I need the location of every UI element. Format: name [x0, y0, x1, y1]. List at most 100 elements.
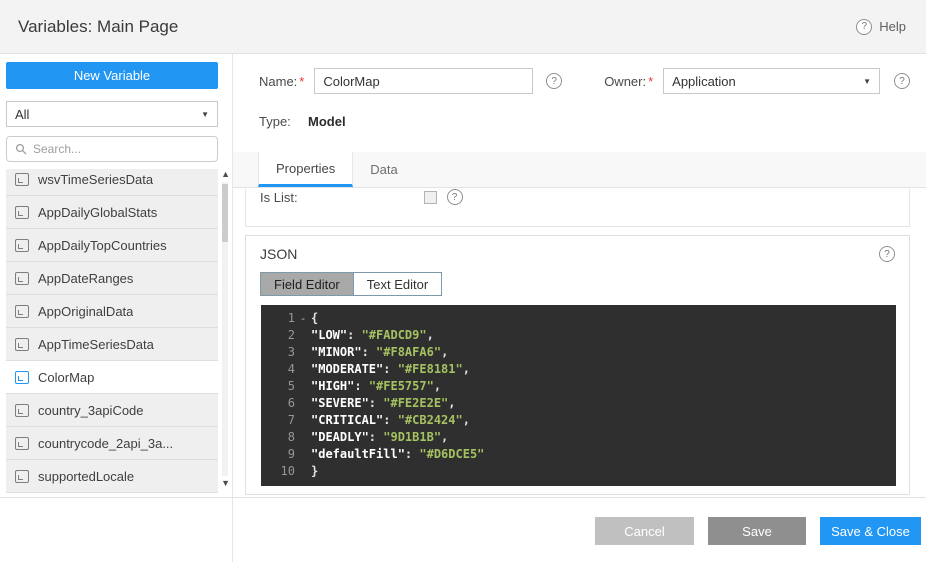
list-item[interactable]: AppTimeSeriesData [6, 328, 218, 361]
scrollbar-thumb[interactable] [222, 184, 228, 242]
field-editor-button[interactable]: Field Editor [261, 273, 353, 295]
variable-name: AppDailyTopCountries [38, 238, 167, 253]
variable-name: supportedLocale [38, 469, 134, 484]
is-list-panel: Is List: ? [245, 189, 910, 227]
name-label: Name:* [259, 74, 304, 89]
fold-marker-icon[interactable]: - [295, 310, 311, 327]
fold-marker-icon [295, 463, 311, 480]
variable-icon [15, 239, 29, 252]
type-row: Type: Model [259, 114, 346, 129]
line-number: 4 [261, 361, 295, 378]
code-lines: 1-{2"LOW": "#FADCD9",3"MINOR": "#F8AFA6"… [261, 310, 896, 480]
list-item[interactable]: supportedLocale [6, 460, 218, 493]
line-number: 6 [261, 395, 295, 412]
line-number: 8 [261, 429, 295, 446]
line-number: 3 [261, 344, 295, 361]
new-variable-button[interactable]: New Variable [6, 62, 218, 89]
code-line: 5"HIGH": "#FE5757", [261, 378, 896, 395]
owner-label-text: Owner: [604, 74, 646, 89]
main-panel: Name:* ? Owner:* Application ▼ ? Type: M… [233, 54, 926, 562]
required-marker: * [299, 74, 304, 89]
list-item[interactable]: AppOriginalData [6, 295, 218, 328]
dropdown-arrow-icon: ▼ [201, 110, 209, 119]
text-editor-button[interactable]: Text Editor [353, 273, 441, 295]
fold-marker-icon [295, 378, 311, 395]
variable-name: AppDateRanges [38, 271, 133, 286]
fold-marker-icon [295, 395, 311, 412]
variable-name: AppDailyGlobalStats [38, 205, 157, 220]
code-line: 10} [261, 463, 896, 480]
variable-icon [15, 305, 29, 318]
is-list-label: Is List: [260, 190, 298, 205]
line-number: 9 [261, 446, 295, 463]
variable-icon [15, 470, 29, 483]
variable-name: wsvTimeSeriesData [38, 172, 153, 187]
sidebar: New Variable All ▼ wsvTimeSeriesData AppD… [0, 54, 233, 562]
tab-properties[interactable]: Properties [258, 152, 353, 187]
code-editor[interactable]: 1-{2"LOW": "#FADCD9",3"MINOR": "#F8AFA6"… [261, 305, 896, 486]
name-help-icon[interactable]: ? [546, 73, 562, 89]
help-link[interactable]: ? Help [856, 19, 906, 35]
owner-select[interactable]: Application ▼ [663, 68, 880, 94]
list-item[interactable]: country_3apiCode [6, 394, 218, 427]
line-number: 10 [261, 463, 295, 480]
list-item[interactable]: AppDateRanges [6, 262, 218, 295]
code-line: 1-{ [261, 310, 896, 327]
variable-icon [15, 173, 29, 186]
list-item[interactable]: ColorMap [6, 361, 218, 394]
code-line: 3"MINOR": "#F8AFA6", [261, 344, 896, 361]
code-line: 7"CRITICAL": "#CB2424", [261, 412, 896, 429]
list-item[interactable]: AppDailyTopCountries [6, 229, 218, 262]
list-item[interactable]: wsvTimeSeriesData [6, 169, 218, 196]
properties-content: Is List: ? JSON ? Field Editor Text Edit… [245, 189, 910, 495]
fold-marker-icon [295, 361, 311, 378]
name-label-text: Name: [259, 74, 297, 89]
code-line: 9"defaultFill": "#D6DCE5" [261, 446, 896, 463]
code-line: 4"MODERATE": "#FE8181", [261, 361, 896, 378]
name-input[interactable] [314, 68, 533, 94]
variable-name: AppTimeSeriesData [38, 337, 154, 352]
fold-marker-icon [295, 429, 311, 446]
variable-icon [15, 437, 29, 450]
footer-divider [0, 497, 926, 498]
owner-help-icon[interactable]: ? [894, 73, 910, 89]
list-item[interactable]: AppDailyGlobalStats [6, 196, 218, 229]
save-button[interactable]: Save [708, 517, 806, 545]
page-title: Variables: Main Page [18, 17, 178, 37]
filter-value: All [15, 107, 29, 122]
fold-marker-icon [295, 327, 311, 344]
owner-label: Owner:* [604, 74, 653, 89]
is-list-checkbox[interactable] [424, 191, 437, 204]
search-input[interactable] [33, 142, 209, 156]
search-box[interactable] [6, 136, 218, 162]
cancel-button[interactable]: Cancel [595, 517, 694, 545]
fold-marker-icon [295, 446, 311, 463]
fold-marker-icon [295, 344, 311, 361]
type-value: Model [308, 114, 346, 129]
scroll-up-icon[interactable]: ▲ [221, 170, 230, 179]
type-label: Type: [259, 114, 308, 129]
variable-icon [15, 272, 29, 285]
is-list-help-icon[interactable]: ? [447, 189, 463, 205]
tab-bar: Properties Data [233, 152, 926, 188]
line-number: 5 [261, 378, 295, 395]
line-number: 1 [261, 310, 295, 327]
variable-name: countrycode_2api_3a... [38, 436, 173, 451]
json-help-icon[interactable]: ? [879, 246, 895, 262]
required-marker: * [648, 74, 653, 89]
tab-data[interactable]: Data [353, 152, 414, 187]
variable-list: wsvTimeSeriesData AppDailyGlobalStats AppD… [6, 169, 218, 493]
variable-icon [15, 206, 29, 219]
name-owner-row: Name:* ? Owner:* Application ▼ ? [259, 68, 910, 94]
list-item[interactable]: countrycode_2api_3a... [6, 427, 218, 460]
variable-icon [15, 338, 29, 351]
fold-marker-icon [295, 412, 311, 429]
scrollbar-track[interactable] [222, 182, 228, 476]
scroll-down-icon[interactable]: ▼ [221, 479, 230, 488]
footer: Cancel Save Save & Close [595, 517, 921, 545]
search-icon [15, 143, 27, 155]
filter-dropdown[interactable]: All ▼ [6, 101, 218, 127]
line-number: 2 [261, 327, 295, 344]
save-and-close-button[interactable]: Save & Close [820, 517, 921, 545]
json-panel: JSON ? Field Editor Text Editor 1-{2"LOW… [245, 235, 910, 495]
